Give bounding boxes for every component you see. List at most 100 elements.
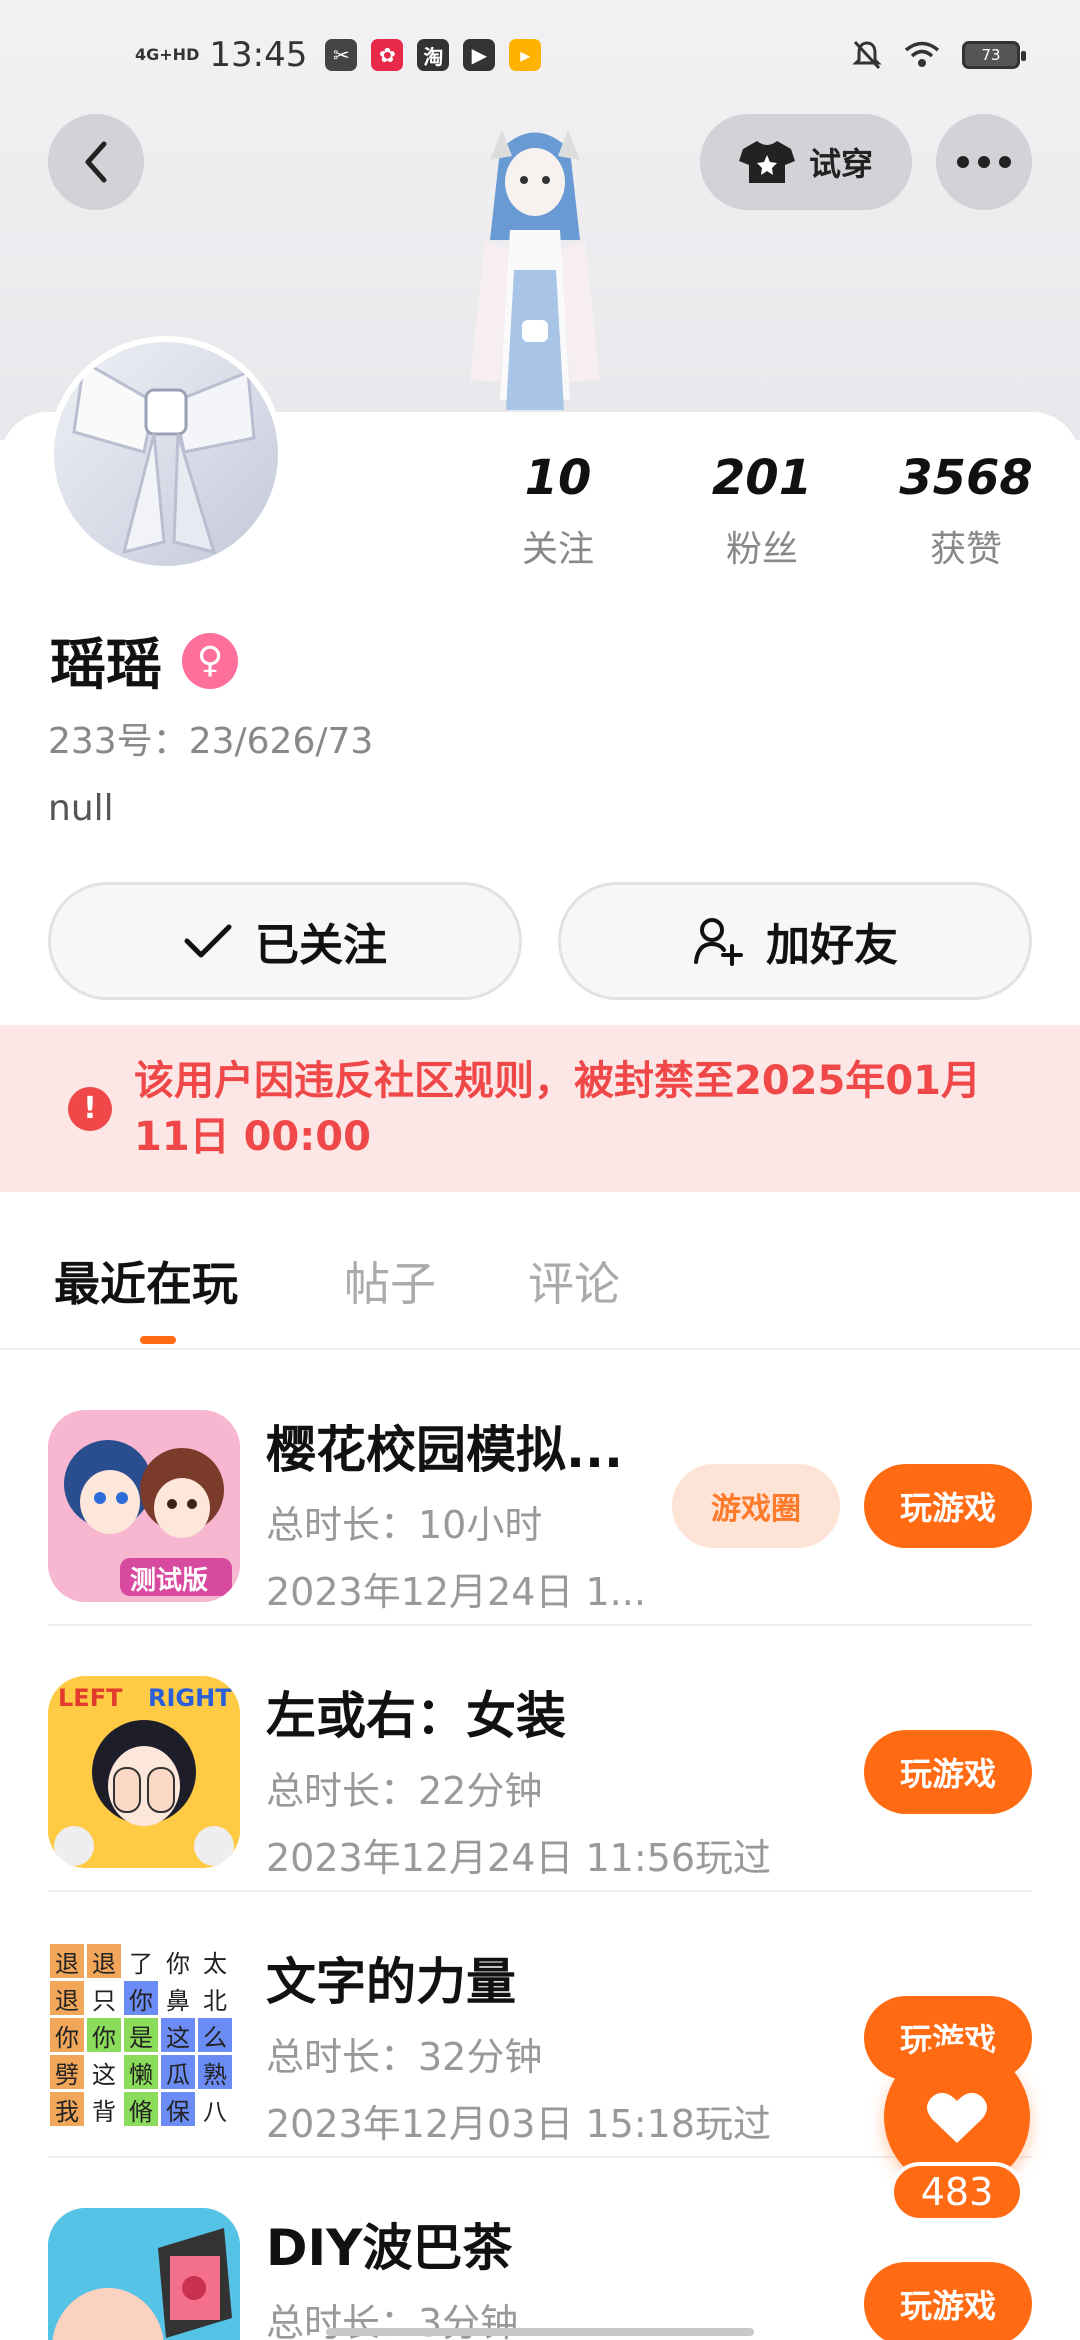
chevron-left-icon	[85, 141, 107, 183]
user-id: 233号：23/626/73	[48, 721, 374, 762]
stat-value: 201	[711, 450, 813, 506]
play-game-button[interactable]: 玩游戏	[864, 2262, 1032, 2340]
word-grid-cell: 瓜	[161, 2055, 195, 2089]
word-grid-cell: 你	[87, 2018, 121, 2052]
check-icon	[184, 924, 232, 958]
word-grid-cell: 我	[50, 2092, 84, 2126]
game-circle-button[interactable]: 游戏圈	[672, 1464, 840, 1548]
user-bio: null	[48, 788, 114, 829]
network-indicator: 4G+HD	[135, 45, 200, 64]
game-title: 文字的力量	[266, 1953, 516, 2011]
stat-value: 10	[524, 450, 592, 506]
username: 瑶瑶	[50, 633, 162, 698]
word-grid-cell: 退	[50, 1981, 84, 2015]
game-last-played: 2023年12月03日 15:18玩过	[266, 2102, 772, 2146]
avatar-figure-image	[470, 130, 600, 410]
video-app-icon: ▸	[509, 39, 542, 71]
game-duration: 总时长：10小时	[266, 1503, 543, 1547]
game-title: 樱花校园模拟...	[266, 1421, 623, 1479]
game-icon	[48, 2208, 240, 2340]
game-last-played: 2023年12月24日 1...	[266, 1570, 646, 1614]
bow-avatar-image	[72, 359, 256, 555]
try-on-button[interactable]: 试穿	[700, 114, 912, 210]
status-right-icons: 73	[852, 39, 1026, 71]
stat-label: 关注	[521, 529, 594, 570]
game-last-played: 2023年12月24日 11:56玩过	[266, 1836, 772, 1880]
boba-tea-icon	[48, 2208, 240, 2340]
wifi-icon	[904, 41, 940, 67]
word-grid-cell: 么	[198, 2018, 232, 2052]
heart-icon	[927, 2092, 987, 2143]
game-title: 左或右：女装	[266, 1687, 566, 1745]
word-grid-cell: 你	[124, 1981, 158, 2015]
active-tab-indicator	[140, 1336, 176, 1344]
word-grid-cell: 劈	[50, 2055, 84, 2089]
more-options-button[interactable]	[936, 114, 1032, 210]
back-button[interactable]	[48, 114, 144, 210]
play-game-button[interactable]: 玩游戏	[864, 1730, 1032, 1814]
word-grid-cell: 懒	[124, 2055, 158, 2089]
home-indicator[interactable]	[326, 2328, 754, 2336]
game-info: 樱花校园模拟... 总时长：10小时 2023年12月24日 1...	[266, 1410, 646, 1616]
followed-label: 已关注	[255, 920, 387, 971]
ban-notice-banner: ! 该用户因违反社区规则，被封禁至2025年01月11日 00:00	[0, 1025, 1080, 1192]
word-grid-cell: 八	[198, 2092, 232, 2126]
game-info: DIY波巴茶 总时长：3分钟	[266, 2208, 518, 2340]
word-grid-cell: 是	[124, 2018, 158, 2052]
word-grid-cell: 脩	[124, 2092, 158, 2126]
warning-icon: !	[68, 1086, 112, 1131]
scissors-app-icon: ✂	[325, 39, 358, 71]
word-grid-cell: 了	[124, 1944, 158, 1978]
mute-bell-icon	[852, 40, 882, 70]
game-list-item[interactable]: 测试版 樱花校园模拟... 总时长：10小时 2023年12月24日 1... …	[0, 1360, 1080, 1626]
status-bar: 4G+HD 13:45 ✂ ✿ 淘 ▶ ▸ 73	[0, 0, 1080, 110]
game-info: 文字的力量 总时长：32分钟 2023年12月03日 15:18玩过	[266, 1942, 771, 2148]
game-icon-badge: 测试版	[130, 1566, 209, 1596]
stat-value: 3568	[899, 450, 1033, 506]
game-list-item[interactable]: LEFT RIGHT 左或右：女装 总时长：22分钟 2023年12月24日 1…	[0, 1626, 1080, 1892]
stat-label: 获赞	[929, 529, 1002, 570]
tab-posts[interactable]: 帖子	[344, 1248, 436, 1314]
add-friend-button[interactable]: 加好友	[558, 882, 1032, 1000]
word-grid-cell: 只	[87, 1981, 121, 2015]
word-grid-cell: 背	[87, 2092, 121, 2126]
stat-likes[interactable]: 3568 获赞	[886, 450, 1046, 572]
stat-following[interactable]: 10 关注	[478, 450, 638, 572]
game-duration: 总时长：22分钟	[266, 1769, 543, 1813]
ban-notice-text: 该用户因违反社区规则，被封禁至2025年01月11日 00:00	[134, 1057, 981, 1160]
word-grid-cell: 太	[198, 1944, 232, 1978]
shirt-icon	[738, 141, 795, 183]
username-row: 瑶瑶 ♀	[50, 620, 238, 701]
word-grid-cell: 鼻	[161, 1981, 195, 2015]
tab-recently-played[interactable]: 最近在玩	[54, 1248, 238, 1314]
try-on-label: 试穿	[808, 145, 873, 183]
status-time: 13:45	[209, 35, 308, 75]
game-icon: 测试版	[48, 1410, 240, 1602]
game-icon-left: LEFT	[58, 1684, 123, 1712]
play-game-button[interactable]: 玩游戏	[864, 1464, 1032, 1548]
taobao-app-icon: 淘	[417, 39, 450, 71]
game-title: DIY波巴茶	[266, 2219, 513, 2277]
stat-followers[interactable]: 201 粉丝	[682, 450, 842, 572]
word-grid-cell: 熟	[198, 2055, 232, 2089]
tabs-divider	[0, 1348, 1080, 1350]
female-gender-icon: ♀	[182, 632, 238, 689]
game-icon: LEFT RIGHT	[48, 1676, 240, 1868]
game-icon: 退退了你太退只你鼻北你你是这么劈这懒瓜熟我背脩保八	[48, 1942, 240, 2134]
profile-avatar[interactable]	[48, 336, 284, 572]
battery-icon: 73	[962, 41, 1026, 69]
word-grid-cell: 你	[50, 2018, 84, 2052]
like-count: 483	[890, 2162, 1024, 2222]
play-app-icon: ▶	[463, 39, 496, 71]
word-grid-cell: 这	[161, 2018, 195, 2052]
game-duration: 总时长：32分钟	[266, 2035, 543, 2079]
game-icon-right: RIGHT	[148, 1684, 232, 1712]
followed-button[interactable]: 已关注	[48, 882, 522, 1000]
word-grid-icon: 退退了你太退只你鼻北你你是这么劈这懒瓜熟我背脩保八	[48, 1942, 240, 2128]
add-user-icon	[694, 918, 743, 966]
tab-comments[interactable]: 评论	[528, 1248, 620, 1314]
battery-level: 73	[981, 46, 1001, 64]
word-grid-cell: 你	[161, 1944, 195, 1978]
word-grid-cell: 退	[87, 1944, 121, 1978]
profile-tabs: 最近在玩 帖子 评论	[0, 1230, 1080, 1350]
